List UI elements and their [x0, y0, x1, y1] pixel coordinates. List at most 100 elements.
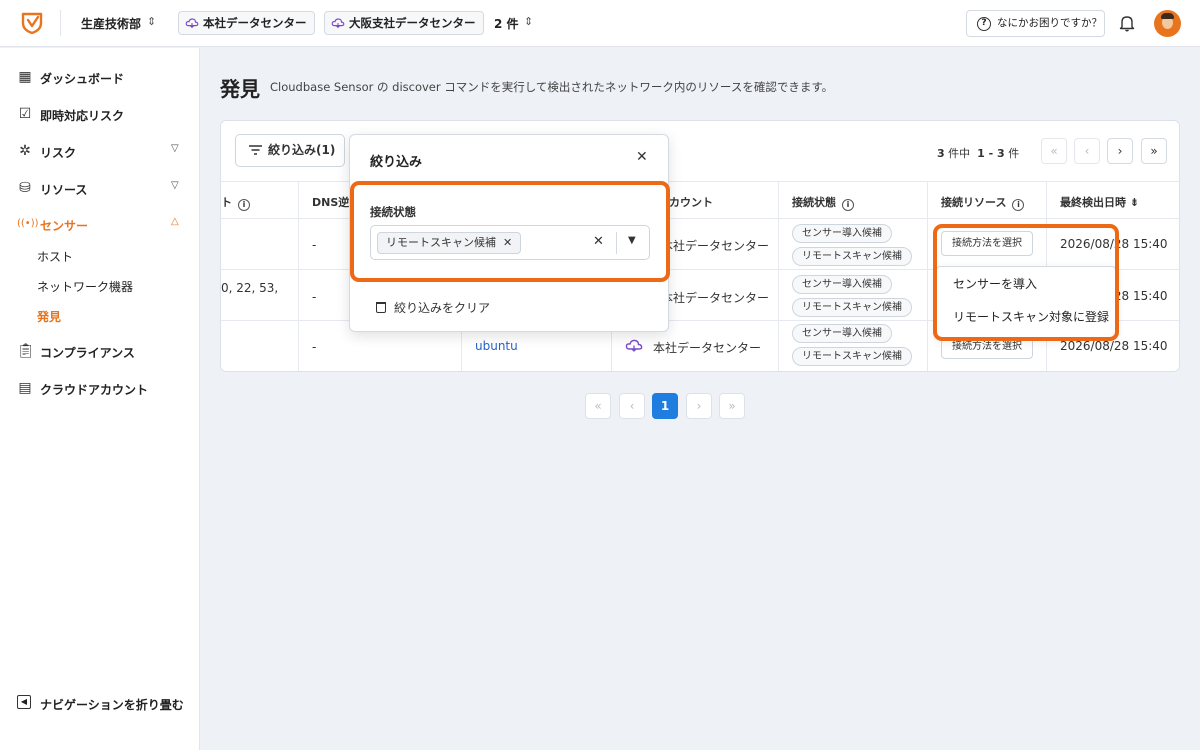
clear-filter-label: 絞り込みをクリア [394, 301, 491, 315]
dns-cell: - [312, 238, 317, 252]
pagination-page-current[interactable]: 1 [652, 393, 678, 419]
collapse-nav-label: ナビゲーションを折り畳む [40, 698, 184, 712]
sidebar-item-label: センサー [40, 219, 89, 233]
dc-chip-honsha[interactable]: 本社データセンター [178, 11, 315, 35]
divider [616, 232, 617, 254]
cloud-icon [185, 18, 199, 29]
last-page-button[interactable]: » [1141, 138, 1167, 164]
account-cell: 本社データセンター [661, 291, 770, 305]
trash-icon [376, 302, 386, 313]
column-header-last-seen[interactable]: 最終検出日時 ⇟ [1060, 194, 1139, 210]
status-badge: リモートスキャン候補 [792, 347, 912, 366]
collapse-nav-button[interactable]: ◀ ナビゲーションを折り畳む [0, 688, 200, 718]
sidebar-subitem-discovery[interactable]: 発見 [37, 308, 61, 325]
pager-info: 3 件中 1 - 3 件 [937, 145, 1019, 161]
dns-cell: - [312, 290, 317, 304]
last-seen-cell: 2026/08/28 15:40 [1060, 339, 1168, 353]
cloud-icon [331, 18, 345, 29]
pagination-next-button[interactable]: › [686, 393, 712, 419]
status-badge: センサー導入候補 [792, 275, 892, 294]
remove-chip-icon[interactable]: ✕ [503, 236, 512, 249]
column-header-resource[interactable]: 接続リソース i [941, 194, 1025, 211]
clear-selection-icon[interactable]: ✕ [593, 234, 604, 249]
question-icon: ? [977, 17, 991, 31]
sidebar-item-resource[interactable]: ⛁ リソース ▽ [0, 173, 200, 203]
clipboard-icon: 📋︎ [17, 343, 35, 359]
range: 1 - 3 [977, 147, 1005, 160]
filter-popover-title: 絞り込み [370, 155, 423, 170]
pagination-first-button[interactable]: « [585, 393, 611, 419]
chevron-down-icon: ▽ [171, 180, 179, 191]
dashboard-icon: ▦ [18, 69, 32, 85]
total-count: 3 [937, 147, 945, 160]
status-badge: リモートスキャン候補 [792, 247, 912, 266]
sidebar-item-label: ダッシュボード [40, 72, 125, 86]
sidebar-item-label: リソース [40, 183, 88, 197]
dc-chip-osaka[interactable]: 大阪支社データセンター [324, 11, 484, 35]
filter-button-label: 絞り込み(1) [268, 143, 336, 157]
dc-sort-icon[interactable]: ⇕ [524, 15, 533, 28]
clear-filter-button[interactable]: 絞り込みをクリア [376, 299, 490, 316]
prev-page-button[interactable]: ‹ [1074, 138, 1100, 164]
collapse-icon: ◀ [17, 695, 31, 709]
urgent-risk-icon: ☑ [18, 106, 32, 122]
org-selector[interactable]: 生産技術部 [81, 15, 141, 32]
cloudbase-logo-icon[interactable] [20, 11, 44, 35]
count-unit: 件中 [948, 147, 971, 160]
sidebar-subitem-host[interactable]: ホスト [37, 248, 73, 265]
org-sort-icon[interactable]: ⇕ [147, 15, 156, 28]
pagination-prev-button[interactable]: ‹ [619, 393, 645, 419]
sidebar-item-risk[interactable]: ✲ リスク ▽ [0, 136, 200, 166]
sidebar-item-label: リスク [40, 146, 77, 160]
info-icon[interactable]: i [842, 199, 854, 211]
dc-chip-label: 本社データセンター [203, 16, 307, 30]
info-icon[interactable]: i [1012, 199, 1025, 211]
first-page-button[interactable]: « [1041, 138, 1067, 164]
bug-icon: ✲ [19, 143, 31, 159]
filter-button[interactable]: 絞り込み(1) [235, 134, 345, 167]
status-filter-select[interactable]: リモートスキャン候補 ✕ ✕ ▼ [370, 225, 650, 260]
pagination-last-button[interactable]: » [719, 393, 745, 419]
bell-icon[interactable] [1119, 14, 1135, 32]
sidebar-item-urgent-risk[interactable]: ☑ 即時対応リスク [0, 99, 200, 129]
sensor-icon: ((•)) [17, 218, 39, 229]
filter-field-label: 接続状態 [370, 205, 416, 219]
next-page-button[interactable]: › [1107, 138, 1133, 164]
range-unit: 件 [1008, 147, 1020, 160]
sidebar-item-label: 即時対応リスク [40, 109, 125, 123]
sidebar-item-compliance[interactable]: 📋︎ コンプライアンス [0, 336, 200, 366]
close-icon[interactable]: ✕ [636, 149, 648, 165]
sidebar-item-cloud-account[interactable]: ▤ クラウドアカウント [0, 373, 200, 403]
column-header-status[interactable]: 接続状態 i [792, 194, 854, 211]
avatar[interactable] [1154, 10, 1181, 37]
filter-icon [249, 145, 262, 155]
server-icon: ▤ [18, 380, 32, 396]
top-bar: 生産技術部 ⇕ 本社データセンター 大阪支社データセンター 2 件 ⇕ ? なに… [0, 0, 1200, 47]
ports-cell: 0, 22, 53, [221, 281, 279, 295]
dc-count: 2 件 [494, 17, 519, 31]
sidebar: ▦ ダッシュボード ☑ 即時対応リスク ✲ リスク ▽ ⛁ リソース ▽ ((•… [0, 48, 200, 750]
filter-popover: 絞り込み ✕ 接続状態 リモートスキャン候補 ✕ ✕ ▼ 絞り込みをクリア [349, 134, 670, 332]
help-label: なにかお困りですか？ [997, 17, 1102, 29]
column-header-ports[interactable]: トi [221, 194, 250, 211]
sort-desc-icon[interactable]: ⇟ [1130, 196, 1139, 209]
dc-chip-label: 大阪支社データセンター [349, 16, 476, 30]
chevron-down-icon[interactable]: ▼ [628, 235, 636, 246]
chevron-down-icon: ▽ [171, 143, 179, 154]
selected-value-chip[interactable]: リモートスキャン候補 ✕ [377, 232, 522, 254]
status-badge: センサー導入候補 [792, 224, 892, 243]
sidebar-item-sensor[interactable]: ((•)) センサー △ [0, 209, 200, 239]
help-button[interactable]: ? なにかお困りですか？ [966, 10, 1105, 37]
account-cell: 本社データセンター [661, 239, 770, 253]
sidebar-item-label: コンプライアンス [40, 346, 135, 360]
host-link[interactable]: ubuntu [475, 339, 518, 353]
sidebar-subitem-network-device[interactable]: ネットワーク機器 [37, 278, 133, 295]
account-cell: 本社データセンター [653, 341, 762, 355]
chevron-up-icon: △ [171, 216, 179, 227]
divider [60, 10, 61, 36]
status-badge: リモートスキャン候補 [792, 298, 912, 317]
avatar-hair [1161, 13, 1174, 19]
info-icon[interactable]: i [238, 199, 250, 211]
sidebar-item-dashboard[interactable]: ▦ ダッシュボード [0, 62, 200, 92]
highlight-box [933, 224, 1119, 341]
